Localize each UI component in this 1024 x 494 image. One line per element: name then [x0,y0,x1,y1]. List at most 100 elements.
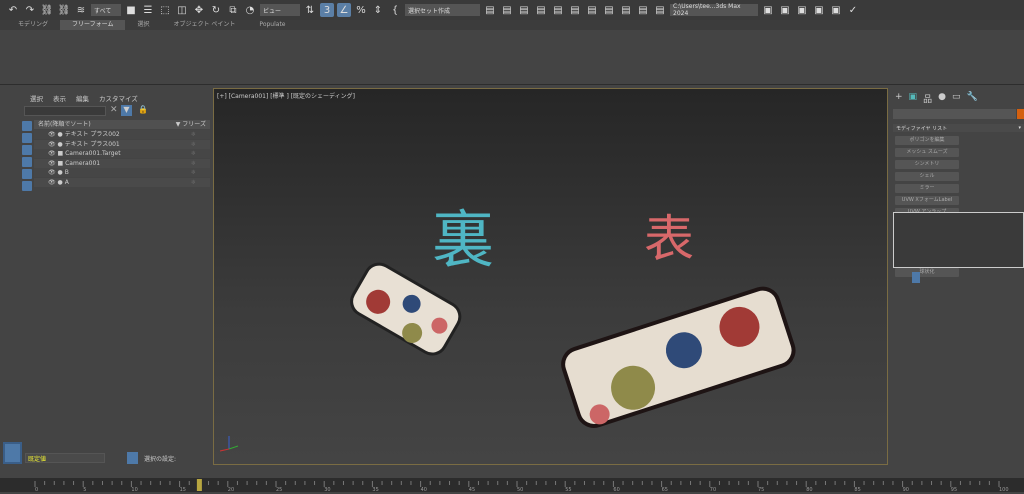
scene-menu-item[interactable]: 編集 [76,93,89,103]
timeline-ruler[interactable]: 0 5 10 15 20 25 30 35 40 45 50 55 60 65 70 75 80 85 90 95 10… [0,478,1024,493]
edit-named-selection-icon[interactable]: { [388,3,402,17]
align-icon[interactable]: ▤ [500,3,514,17]
object-color-swatch[interactable] [1017,109,1024,119]
rotate-icon[interactable]: ↻ [209,3,223,17]
ribbon-tab[interactable]: オブジェクト ペイント [162,20,248,30]
display-tab-icon[interactable]: ▭ [952,92,961,105]
selection-set-icon[interactable] [127,452,138,464]
visibility-eye-icon[interactable]: 👁 [48,179,58,186]
bind-spacewarp-icon[interactable]: ≋ [74,3,88,17]
freeze-icon[interactable]: ❄ [191,130,196,139]
modifier-button[interactable]: メッシュ スムーズ [895,148,959,157]
modifier-button[interactable]: UVW XフォームLabel [895,196,959,205]
scale-icon[interactable]: ⧉ [226,3,240,17]
modifier-stack[interactable] [893,212,1024,268]
modifier-list-dropdown[interactable]: モディファイヤ リスト ▾ [893,124,1024,132]
scene-row[interactable]: 👁 ■ Camera001 ❄ [34,158,210,168]
ribbon-tab[interactable]: フリーフォーム [60,20,126,30]
spinner-snap-icon[interactable]: ⇕ [371,3,385,17]
angle-snap-icon[interactable]: ∠ [337,3,351,17]
filter-icon[interactable]: ▼ [121,105,132,116]
create-tab-icon[interactable]: + [895,92,903,105]
timeline[interactable]: 0 5 10 15 20 25 30 35 40 45 50 55 60 65 70 75 80 85 90 95 10… [0,478,1024,493]
rect-region-icon[interactable]: ⬚ [158,3,172,17]
ribbon-tab[interactable]: Populate [247,20,297,30]
redo-icon[interactable]: ↷ [23,3,37,17]
pillow-back [350,262,462,356]
scene-row[interactable]: 👁 ● A ❄ [34,177,210,187]
check-icon[interactable]: ✓ [846,3,860,17]
move-icon[interactable]: ✥ [192,3,206,17]
placement-icon[interactable]: ◔ [243,3,257,17]
layer-explorer-icon[interactable]: ▤ [534,3,548,17]
snap-toggle-icon[interactable]: 3 [320,3,334,17]
scene-menu-item[interactable]: カスタマイズ [99,93,138,103]
material-editor-icon[interactable]: ▤ [619,3,633,17]
workspace-input[interactable]: 既定値 [25,453,105,463]
dope-sheet-icon[interactable]: ▤ [585,3,599,17]
utilities-tab-icon[interactable]: 🔧 [966,92,977,105]
link-icon[interactable]: ⛓ [40,3,54,17]
open-project-icon[interactable]: ▣ [761,3,775,17]
ribbon-tab[interactable]: 選択 [125,20,161,30]
axis-gizmo [219,436,239,452]
freeze-icon[interactable]: ❄ [191,178,196,187]
visibility-eye-icon[interactable]: 👁 [48,131,58,138]
set-project-icon[interactable]: ▣ [778,3,792,17]
scene-row[interactable]: 👁 ● テキスト プラス002 ❄ [34,130,210,139]
select-by-name-icon[interactable]: ☰ [141,3,155,17]
motion-tab-icon[interactable]: ● [938,92,946,105]
scene-search-input[interactable] [24,106,106,116]
render-frame-icon[interactable]: ▤ [653,3,667,17]
clear-search-icon[interactable]: ✕ [110,105,118,115]
named-selection-dropdown[interactable]: 選択セット作成 [405,4,480,16]
modifier-button[interactable]: 球状化 [895,268,959,277]
selection-filter-dropdown[interactable]: すべて [91,4,121,16]
percent-snap-icon[interactable]: % [354,3,368,17]
modifier-button[interactable]: ポリゴンを編集 [895,136,959,145]
ribbon-tab[interactable]: モデリング [6,20,60,30]
scene-menu-item[interactable]: 選択 [30,93,43,103]
mirror-icon[interactable]: ⇅ [303,3,317,17]
render-setup-icon[interactable]: ▤ [636,3,650,17]
window-crossing-icon[interactable]: ◫ [175,3,189,17]
project-settings-icon[interactable]: ▣ [812,3,826,17]
freeze-icon[interactable]: ❄ [191,159,196,168]
modifier-button[interactable]: シンメトリ [895,160,959,169]
toggle-ribbon-icon[interactable]: ▤ [551,3,565,17]
visibility-eye-icon[interactable]: 👁 [48,141,58,148]
visibility-eye-icon[interactable]: 👁 [48,150,58,157]
unlink-icon[interactable]: ⛓ [57,3,71,17]
reference-coord-dropdown[interactable]: ビュー [260,4,300,16]
visibility-eye-icon[interactable]: 👁 [48,160,58,167]
camera-viewport[interactable]: [+] [Camera001] [標準 ] [既定のシェーディング] 裏 表 [213,88,888,465]
freeze-icon[interactable]: ❄ [191,168,196,177]
column-header[interactable]: 名前(降順でソート) ▼ フリーズ [34,120,210,129]
pin-stack-icon[interactable] [912,272,920,283]
hierarchy-tab-icon[interactable]: 品 [923,92,932,105]
lock-icon[interactable]: 🔒 [138,105,148,114]
schematic-view-icon[interactable]: ▤ [602,3,616,17]
modifier-button[interactable]: ミラー [895,184,959,193]
project-folder-icon[interactable]: ▣ [795,3,809,17]
freeze-icon[interactable]: ❄ [191,140,196,149]
time-slider-thumb[interactable] [196,479,202,491]
modify-tab-icon[interactable]: ▣ [909,92,918,105]
scene-menu-item[interactable]: 表示 [53,93,66,103]
undo-icon[interactable]: ↶ [6,3,20,17]
freeze-icon[interactable]: ❄ [191,149,196,158]
maxscript-listener-icon[interactable] [3,442,22,464]
scene-row[interactable]: 👁 ● B ❄ [34,168,210,177]
project-path-dropdown[interactable]: C:\Users\tee...3ds Max 2024 [670,3,758,17]
visibility-eye-icon[interactable]: 👁 [48,169,58,176]
scene-row[interactable]: 👁 ● テキスト プラス001 ❄ [34,139,210,149]
object-name-input[interactable] [893,109,1016,119]
scene-row[interactable]: 👁 ■ Camera001.Target ❄ [34,149,210,158]
ribbon-panel [0,30,1024,85]
curve-editor-icon[interactable]: ▤ [568,3,582,17]
modifier-button[interactable]: シェル [895,172,959,181]
select-object-icon[interactable]: ■ [124,3,138,17]
mirror-align-icon[interactable]: ▤ [483,3,497,17]
layout-icon[interactable]: ▣ [829,3,843,17]
scene-explorer-icon[interactable]: ▤ [517,3,531,17]
